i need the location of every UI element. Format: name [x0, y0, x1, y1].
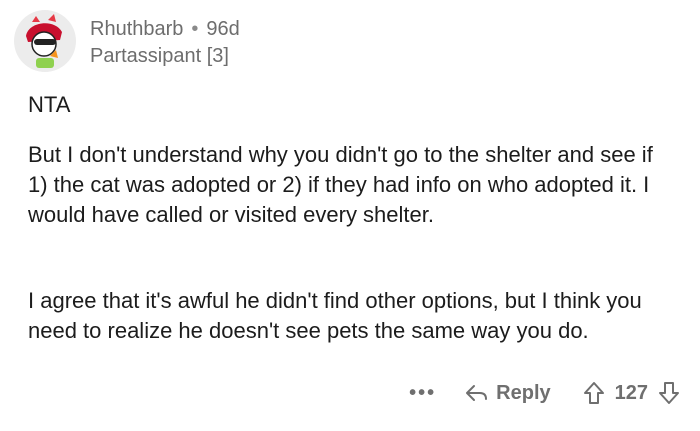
downvote-arrow-icon[interactable] — [658, 381, 680, 405]
vote-score: 127 — [614, 381, 648, 404]
more-options-icon[interactable]: ••• — [409, 382, 436, 405]
user-flair: Partassipant [3] — [90, 45, 229, 67]
vote-controls: 127 — [583, 381, 680, 405]
author-line: Rhuthbarb • 96d — [90, 18, 240, 41]
reply-arrow-icon — [466, 385, 488, 401]
comment-paragraph-2: I agree that it's awful he didn't find o… — [28, 288, 642, 343]
author-name[interactable]: Rhuthbarb — [90, 18, 183, 41]
avatar[interactable] — [14, 10, 76, 72]
avatar-icon — [14, 10, 76, 72]
reply-button[interactable]: Reply — [464, 381, 551, 405]
upvote-arrow-icon[interactable] — [583, 381, 605, 405]
comment-meta: Rhuthbarb • 96d Partassipant [3] — [90, 18, 240, 68]
verdict-text: NTA — [28, 92, 71, 117]
comment-header: Rhuthbarb • 96d Partassipant [3] — [14, 10, 240, 72]
meta-separator: • — [191, 18, 199, 40]
reply-label: Reply — [496, 381, 551, 404]
comment-actions: ••• Reply 127 — [409, 381, 680, 405]
comment-age: 96d — [206, 18, 240, 40]
comment-paragraph-1: But I don't understand why you didn't go… — [28, 142, 653, 227]
